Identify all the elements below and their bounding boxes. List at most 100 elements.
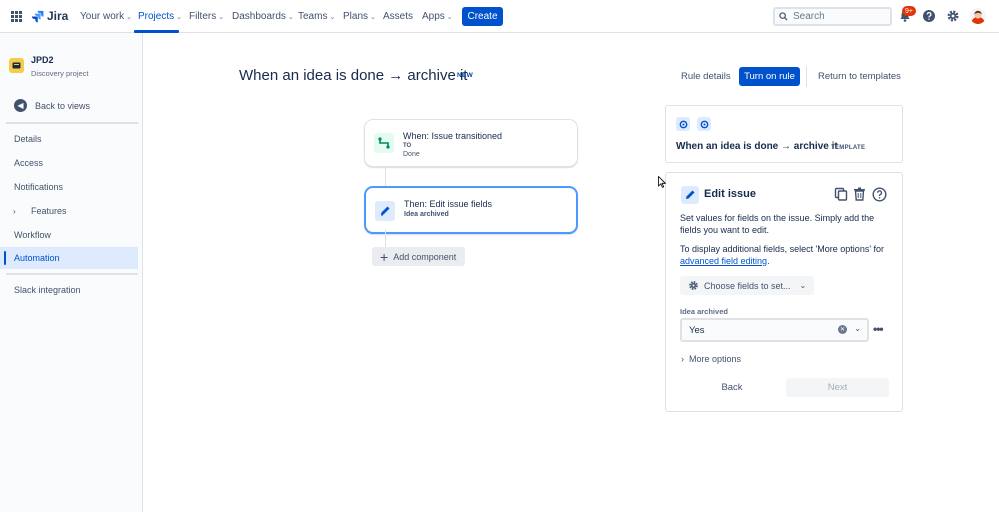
back-to-views-link[interactable]: ◀ Back to views: [14, 99, 90, 112]
chevron-down-icon[interactable]: ⌄: [854, 324, 861, 333]
idea-archived-select[interactable]: Yes ✕ ⌄: [680, 318, 869, 342]
project-avatar: [9, 58, 24, 73]
nav-label: Assets: [383, 11, 414, 22]
sidebar-item-workflow[interactable]: Workflow: [0, 224, 138, 246]
help-icon[interactable]: [870, 185, 888, 203]
nav-teams[interactable]: Teams ⌄: [298, 11, 335, 22]
nav-filters[interactable]: Filters ⌄: [189, 11, 224, 22]
idea-archived-label: Idea archived: [680, 307, 728, 316]
edit-issue-title: Edit issue: [704, 188, 756, 200]
rule-details-button[interactable]: Rule details: [674, 67, 738, 86]
sidebar-item-access[interactable]: Access: [0, 152, 138, 174]
avatar[interactable]: [970, 8, 986, 24]
top-navigation: Jira Your work ⌄ Projects ⌄ Filters ⌄ Dashb…: [0, 0, 999, 33]
rule-connector: [385, 229, 386, 247]
chevron-down-icon: ⌄: [218, 13, 225, 21]
sidebar-item-label: Details: [14, 134, 42, 144]
nav-your-work[interactable]: Your work ⌄: [80, 11, 132, 22]
automation-app-icon: [697, 117, 711, 131]
sidebar-item-automation[interactable]: Automation: [0, 247, 138, 269]
advanced-editing-hint: To display additional fields, select 'Mo…: [680, 243, 892, 267]
trigger-sub-value: Done: [403, 151, 420, 158]
sidebar-item-details[interactable]: Details: [0, 128, 138, 150]
page-title: When an idea is done → archive it: [239, 67, 468, 84]
nav-projects[interactable]: Projects ⌄: [138, 11, 182, 22]
selected-value: Yes: [689, 324, 705, 336]
app-switcher-icon[interactable]: [11, 11, 22, 22]
transition-icon: [374, 133, 394, 153]
search-icon: [779, 12, 788, 21]
template-panel: When an idea is done → archive it TEMPLA…: [665, 105, 903, 163]
action-title: Then: Edit issue fields: [404, 199, 493, 209]
sidebar-item-label: Slack integration: [14, 285, 81, 295]
user-avatar-icon: [971, 10, 985, 24]
mouse-cursor-icon: [658, 176, 666, 188]
sidebar-item-label: Features: [31, 206, 67, 216]
chevron-right-icon: ›: [681, 354, 684, 364]
sidebar-item-slack-integration[interactable]: Slack integration: [0, 279, 138, 301]
nav-dashboards[interactable]: Dashboards ⌄: [232, 11, 294, 22]
settings-icon[interactable]: [946, 9, 960, 23]
trigger-sub-label: TO: [403, 143, 412, 149]
trigger-component-card[interactable]: When: Issue transitioned TO Done: [364, 119, 578, 167]
advanced-field-editing-link[interactable]: advanced field editing: [680, 256, 767, 266]
template-tag: TEMPLATE: [831, 145, 866, 151]
trash-icon[interactable]: [850, 185, 868, 203]
sidebar-item-notifications[interactable]: Notifications: [0, 176, 138, 198]
add-component-button[interactable]: + Add component: [372, 247, 465, 266]
edit-issue-description: Set values for fields on the issue. Simp…: [680, 213, 875, 235]
nav-plans[interactable]: Plans ⌄: [343, 11, 376, 22]
nav-label: Projects: [138, 11, 175, 22]
action-sub: Idea archived: [404, 211, 449, 218]
new-lozenge: NEW: [457, 72, 474, 79]
create-button[interactable]: Create: [462, 7, 503, 26]
sidebar-item-label: Workflow: [14, 230, 51, 240]
pencil-icon: [375, 201, 395, 221]
jira-logo[interactable]: Jira: [31, 8, 68, 24]
nav-label: Dashboards: [232, 11, 286, 22]
chevron-down-icon: ⌄: [446, 13, 453, 21]
return-to-templates-button[interactable]: Return to templates: [812, 67, 907, 86]
action-component-card[interactable]: Then: Edit issue fields Idea archived: [364, 186, 578, 234]
back-button[interactable]: Back: [680, 378, 784, 397]
chevron-down-icon: ⌄: [370, 13, 376, 21]
sidebar-divider: [6, 273, 138, 275]
chevron-down-icon: ⌄: [799, 281, 807, 290]
more-actions-icon[interactable]: •••: [873, 322, 884, 336]
project-icon: [12, 62, 21, 69]
choose-fields-label: Choose fields to set...: [704, 280, 791, 291]
turn-on-rule-button[interactable]: Turn on rule: [739, 67, 800, 86]
rule-connector: [385, 167, 386, 187]
help-icon[interactable]: [922, 9, 936, 23]
chevron-down-icon: ⌄: [126, 13, 132, 21]
project-type: Discovery project: [31, 69, 89, 78]
nav-apps[interactable]: Apps ⌄: [422, 11, 453, 22]
choose-fields-button[interactable]: Choose fields to set... ⌄: [680, 276, 814, 295]
search-placeholder: Search: [793, 11, 825, 22]
plus-icon: +: [380, 248, 389, 265]
nav-label: Your work: [80, 11, 125, 22]
add-component-label: Add component: [393, 251, 457, 262]
chevron-down-icon: ⌄: [329, 13, 336, 21]
nav-label: Apps: [422, 11, 445, 22]
chevron-down-icon: ⌄: [176, 13, 182, 21]
copy-icon[interactable]: [832, 185, 850, 203]
arrow-left-icon: ◀: [14, 99, 27, 112]
notification-badge: 9+: [902, 6, 916, 16]
nav-assets[interactable]: Assets: [383, 11, 413, 22]
jira-logo-icon: [31, 10, 44, 22]
project-sidebar: JPD2 Discovery project ◀ Back to views D…: [0, 33, 143, 512]
sidebar-item-features[interactable]: › Features: [0, 200, 138, 222]
sidebar-divider: [6, 122, 138, 124]
header-divider: [806, 66, 807, 87]
nav-label: Plans: [343, 11, 369, 22]
clear-icon[interactable]: ✕: [838, 325, 847, 334]
hint-suffix: .: [767, 256, 770, 266]
jira-app-icon: [676, 117, 690, 131]
search-input[interactable]: Search: [773, 7, 892, 26]
next-button[interactable]: Next: [786, 378, 889, 397]
chevron-right-icon[interactable]: ›: [13, 207, 16, 216]
nav-label: Teams: [298, 11, 328, 22]
more-options-toggle[interactable]: › More options: [681, 354, 741, 364]
project-name: JPD2: [31, 55, 54, 65]
